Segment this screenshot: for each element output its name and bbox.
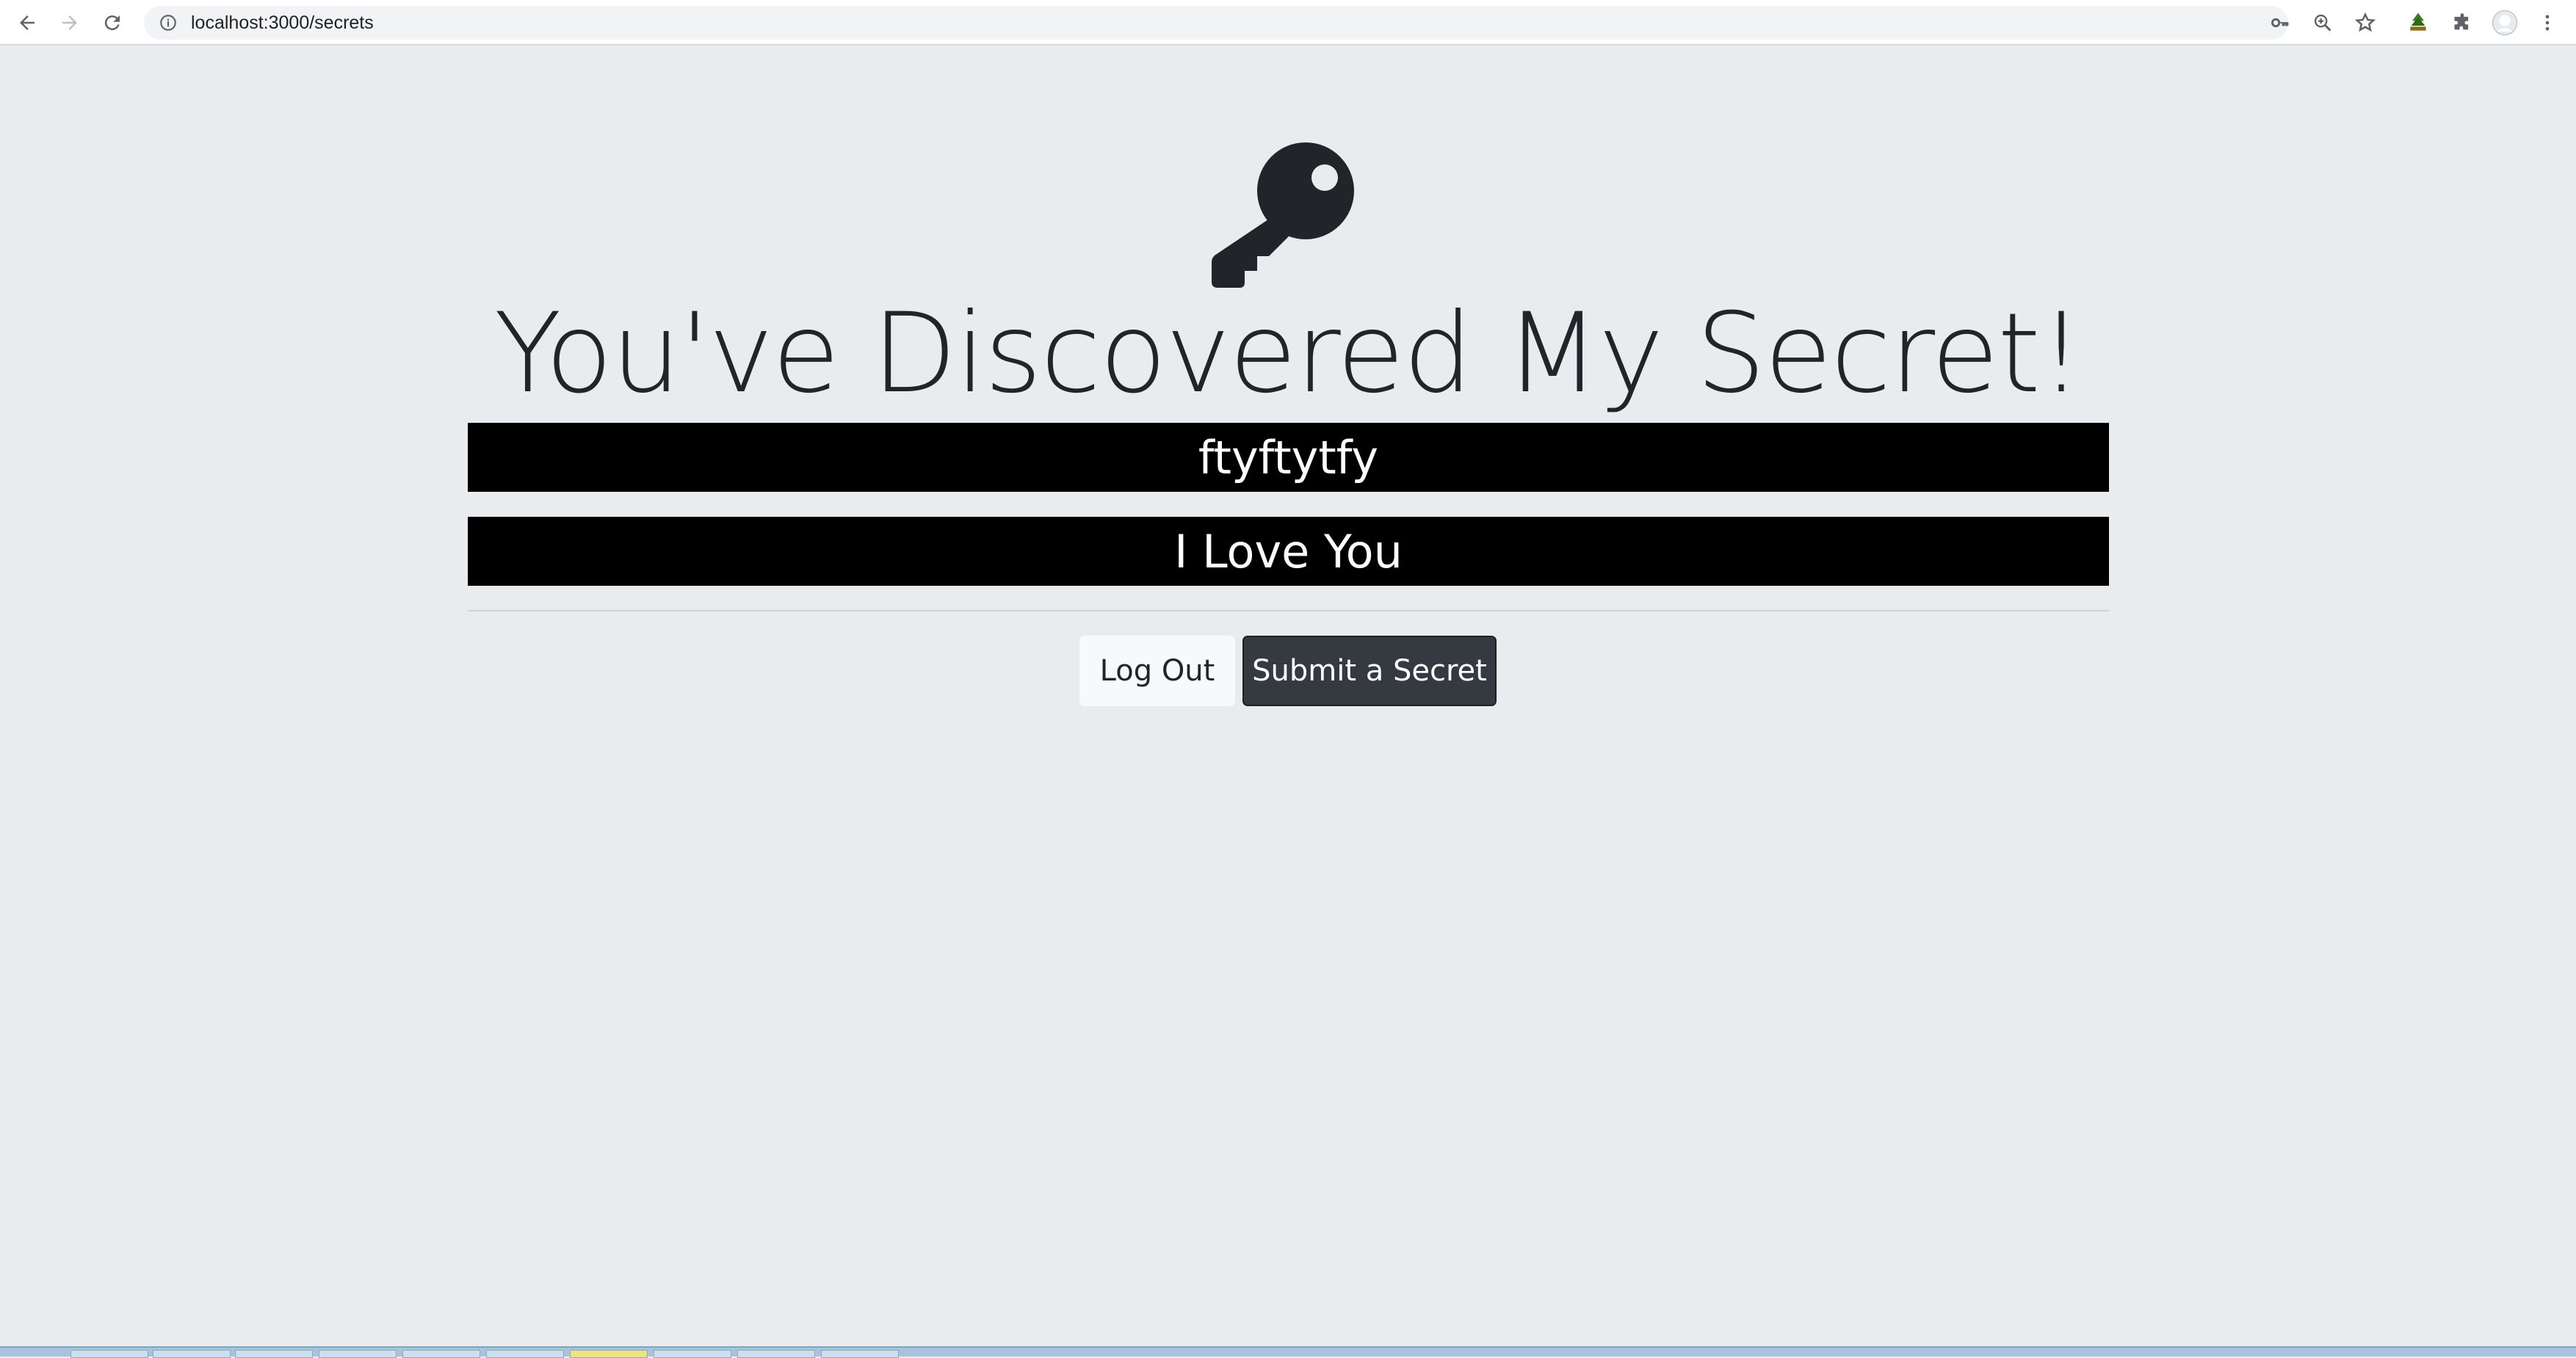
logout-button[interactable]: Log Out <box>1079 636 1235 706</box>
profile-icon[interactable] <box>2491 9 2519 37</box>
taskbar-item[interactable] <box>821 1350 899 1358</box>
back-icon[interactable] <box>12 7 43 38</box>
taskbar-item[interactable] <box>235 1350 313 1358</box>
taskbar-item[interactable] <box>70 1350 148 1358</box>
puzzle-icon[interactable] <box>2448 9 2476 37</box>
divider <box>468 610 2109 611</box>
reload-icon[interactable] <box>97 7 128 38</box>
os-taskbar <box>0 1346 2576 1358</box>
secret-text: I Love You <box>468 517 2109 586</box>
address-bar[interactable]: localhost:3000/secrets <box>144 6 2288 40</box>
taskbar-item[interactable] <box>319 1350 397 1358</box>
taskbar-item[interactable] <box>153 1350 231 1358</box>
password-key-icon[interactable] <box>2266 9 2294 37</box>
menu-icon[interactable] <box>2533 9 2561 37</box>
zoom-icon[interactable] <box>2309 9 2337 37</box>
browser-toolbar: localhost:3000/secrets <box>0 0 2576 46</box>
taskbar-item[interactable] <box>737 1350 815 1358</box>
submit-secret-button[interactable]: Submit a Secret <box>1242 636 1497 706</box>
taskbar-item[interactable] <box>570 1350 648 1358</box>
site-info-icon[interactable] <box>157 12 179 34</box>
taskbar-item[interactable] <box>654 1350 731 1358</box>
bookmark-star-icon[interactable] <box>2351 9 2379 37</box>
secret-text: ftyftytfy <box>468 423 2109 492</box>
taskbar-item[interactable] <box>402 1350 480 1358</box>
page-content: You've Discovered My Secret! ftyftytfy I… <box>0 46 2576 1346</box>
taskbar-item[interactable] <box>486 1350 564 1358</box>
url-text: localhost:3000/secrets <box>191 12 374 33</box>
page-title: You've Discovered My Secret! <box>493 290 2083 418</box>
extension-icon[interactable] <box>2404 9 2432 37</box>
forward-icon[interactable] <box>54 7 85 38</box>
key-icon <box>1212 141 1362 288</box>
